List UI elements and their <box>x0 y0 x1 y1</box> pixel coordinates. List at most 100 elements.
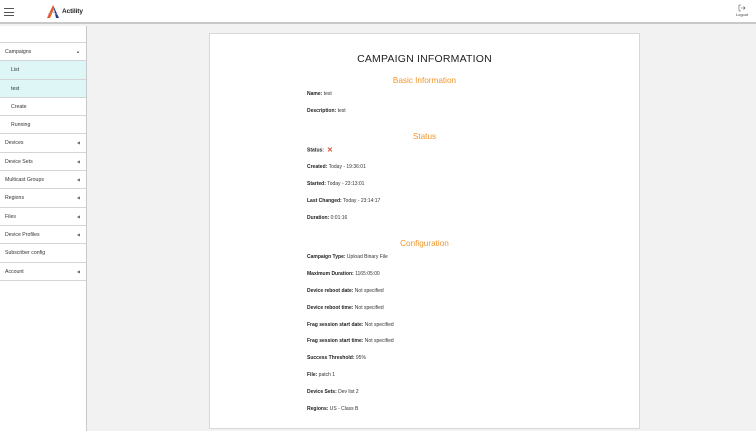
chevron-left-icon: ◀ <box>76 195 80 201</box>
sidebar-item-account[interactable]: Account ◀ <box>0 263 86 281</box>
sidebar-item-create[interactable]: Create <box>0 98 86 117</box>
field-reboot-time: Device reboot time: Not specified <box>307 305 384 311</box>
field-label: Campaign Type: <box>307 254 346 260</box>
field-label: Frag session start date: <box>307 322 364 328</box>
section-basic-heading: Basic Information <box>392 76 457 85</box>
field-label: Success Threshold: <box>307 355 355 361</box>
sidebar-item-test[interactable]: test <box>0 79 86 98</box>
field-label: Device reboot date: <box>307 288 354 294</box>
field-value: Today - 23:13:01 <box>327 181 365 187</box>
sidebar-item-label: Regions <box>5 195 25 202</box>
field-label: Last Changed: <box>307 198 342 204</box>
field-label: Maximum Duration: <box>307 271 354 277</box>
sidebar-item-regions[interactable]: Regions ◀ <box>0 189 86 208</box>
chevron-left-icon: ◀ <box>76 231 80 237</box>
field-campaign-type: Campaign Type: Upload Binary File <box>307 254 388 260</box>
field-value: patch 1 <box>318 372 336 378</box>
logout-label: Logout <box>735 12 749 17</box>
sidebar-item-campaigns[interactable]: Campaigns ▲ <box>0 43 86 62</box>
field-label: Name: <box>307 91 323 97</box>
field-started: Started: Today - 23:13:01 <box>307 181 364 187</box>
sidebar-item-label: Files <box>5 213 16 220</box>
sidebar-item-label: Create <box>11 103 27 110</box>
page-title: CAMPAIGN INFORMATION <box>357 53 492 65</box>
sidebar-item-label: Devices <box>5 140 24 147</box>
field-value: Not specified <box>364 322 394 328</box>
field-value: Not specified <box>354 305 384 311</box>
sidebar-item-subscriber-config[interactable]: Subscriber config <box>0 244 86 263</box>
logout-icon <box>738 4 746 12</box>
field-label: Status: <box>307 147 324 154</box>
sidebar-item-label: Campaigns <box>5 49 32 55</box>
sidebar-item-label: test <box>11 85 20 92</box>
field-label: Created: <box>307 164 328 170</box>
field-label: Started: <box>307 181 326 187</box>
field-label: File: <box>307 372 318 378</box>
field-reboot-date: Device reboot date: Not specified <box>307 288 384 294</box>
field-label: Regions: <box>307 406 329 412</box>
field-value: Dev list 2 <box>338 389 359 395</box>
chevron-left-icon: ◀ <box>76 140 80 146</box>
field-value: Today - 19:36:01 <box>328 164 366 170</box>
field-value: 95% <box>355 355 366 361</box>
field-label: Duration: <box>307 215 330 221</box>
logout-button[interactable]: Logout <box>732 4 752 17</box>
chevron-left-icon: ◀ <box>76 158 80 164</box>
field-file: File: patch 1 <box>307 372 335 378</box>
sidebar: Campaigns ▲ List test Create Running Dev… <box>0 26 87 431</box>
field-maximum-duration: Maximum Duration: 1165:05:00 <box>307 271 380 277</box>
field-description: Description: test <box>307 108 346 114</box>
top-header: Actility Logout <box>0 0 756 24</box>
sidebar-item-label: Running <box>11 122 31 129</box>
field-name: Name: test <box>307 91 332 97</box>
chevron-left-icon: ◀ <box>76 268 80 274</box>
field-label: Device Sets: <box>307 389 337 395</box>
field-created: Created: Today - 19:36:01 <box>307 164 366 170</box>
field-value: Upload Binary File <box>346 254 388 260</box>
menu-icon[interactable] <box>4 8 14 16</box>
section-status-heading: Status <box>412 132 437 141</box>
field-duration: Duration: 0:01:16 <box>307 215 347 221</box>
field-last-changed: Last Changed: Today - 23:14:17 <box>307 198 380 204</box>
field-value: 1165:05:00 <box>355 271 380 277</box>
field-value: 0:01:16 <box>330 215 348 221</box>
sidebar-item-list[interactable]: List <box>0 61 86 80</box>
section-configuration-heading: Configuration <box>400 239 449 248</box>
field-frag-start-time: Frag session start time: Not specified <box>307 338 394 344</box>
field-label: Frag session start time: <box>307 338 364 344</box>
sidebar-item-label: Device Profiles <box>5 231 40 238</box>
field-regions: Regions: US - Class B <box>307 406 358 412</box>
chevron-left-icon: ◀ <box>76 177 80 183</box>
sidebar-item-files[interactable]: Files ◀ <box>0 208 86 226</box>
actility-logo-icon <box>47 5 59 18</box>
field-frag-start-date: Frag session start date: Not specified <box>307 322 394 328</box>
brand-logo[interactable]: Actility <box>46 3 83 20</box>
field-value: Not specified <box>354 288 384 294</box>
sidebar-item-label: Account <box>5 268 24 275</box>
sidebar-spacer <box>0 26 86 43</box>
sidebar-item-label: List <box>11 67 20 74</box>
field-status: Status: ✕ <box>307 146 333 154</box>
campaign-info-panel: CAMPAIGN INFORMATION Basic Information N… <box>209 33 640 429</box>
sidebar-item-devices[interactable]: Devices ◀ <box>0 134 86 153</box>
sidebar-item-multicast-groups[interactable]: Multicast Groups ◀ <box>0 171 86 190</box>
field-success-threshold: Success Threshold: 95% <box>307 355 366 361</box>
sidebar-item-device-sets[interactable]: Device Sets ◀ <box>0 153 86 172</box>
sidebar-item-label: Multicast Groups <box>5 177 44 184</box>
field-value: Today - 23:14:17 <box>343 198 381 204</box>
field-label: Device reboot time: <box>307 305 354 311</box>
field-value: test <box>323 91 332 97</box>
chevron-up-icon: ▲ <box>76 49 80 54</box>
sidebar-item-label: Device Sets <box>5 158 33 165</box>
brand-name: Actility <box>62 8 83 15</box>
field-value: Not specified <box>364 338 394 344</box>
field-label: Description: <box>307 108 337 114</box>
field-device-sets: Device Sets: Dev list 2 <box>307 389 359 395</box>
status-failed-icon: ✕ <box>326 147 333 154</box>
field-value: US - Class B <box>329 406 359 412</box>
sidebar-item-label: Subscriber config <box>5 250 46 257</box>
sidebar-item-running[interactable]: Running <box>0 116 86 135</box>
field-value: test <box>337 108 346 114</box>
chevron-left-icon: ◀ <box>76 213 80 219</box>
sidebar-item-device-profiles[interactable]: Device Profiles ◀ <box>0 226 86 245</box>
